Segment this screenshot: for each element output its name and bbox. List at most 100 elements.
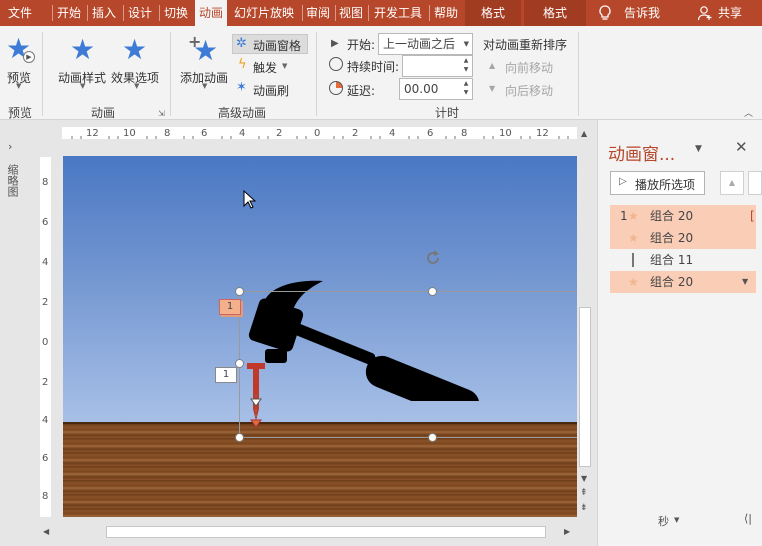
lightbulb-icon	[597, 4, 613, 22]
pane-menu-chevron-icon[interactable]: ▼	[695, 144, 702, 154]
ruler-label: 2	[42, 377, 49, 388]
horizontal-scroll-thumb[interactable]	[106, 526, 546, 538]
vertical-scroll-thumb[interactable]	[579, 307, 591, 467]
resize-handle[interactable]	[428, 433, 437, 442]
chevron-down-icon[interactable]: ▼	[202, 82, 207, 90]
chevron-down-icon[interactable]: ▼	[742, 271, 748, 293]
ruler-label: 2	[276, 128, 283, 139]
ruler-label: 6	[427, 128, 434, 139]
scroll-up-icon[interactable]: ▲	[581, 129, 587, 138]
move-later-button[interactable]: 向后移动	[505, 82, 553, 99]
resize-handle[interactable]	[235, 433, 244, 442]
paint-brush-icon: ✶	[236, 80, 247, 95]
chevron-down-icon[interactable]: ▼	[134, 82, 139, 90]
animation-tag[interactable]: 1	[215, 367, 237, 383]
tab-design[interactable]: 设计	[124, 0, 156, 26]
chevron-down-icon[interactable]: ▼	[674, 516, 679, 524]
delay-spinner[interactable]: ▲ ▼	[460, 79, 472, 99]
tab-home[interactable]: 开始	[53, 0, 85, 26]
tab-format-2[interactable]: 格式	[524, 0, 586, 26]
scroll-down-icon[interactable]: ▼	[581, 474, 587, 483]
group-label-advanced: 高级动画	[217, 106, 266, 120]
arrow-down-icon: ▼	[489, 84, 496, 93]
ruler-label: 4	[239, 128, 246, 139]
ruler-label: 6	[42, 453, 49, 464]
effect-options-icon: ★	[122, 33, 148, 66]
ribbon-tab-bar: 文件 开始 插入 设计 切换 动画 幻灯片放映 审阅 视图 开发工具 帮助 格式…	[0, 0, 762, 26]
next-slide-icon[interactable]: ⇟	[580, 503, 588, 513]
chevron-down-icon: ▼	[463, 40, 469, 48]
tell-me-box[interactable]: 告诉我	[620, 0, 664, 26]
duration-input[interactable]: ▲ ▼	[402, 55, 473, 77]
lightning-icon: ϟ	[238, 57, 247, 72]
move-up-button[interactable]: ▲	[720, 171, 744, 195]
rotate-handle-icon[interactable]	[423, 248, 443, 268]
animation-item-2[interactable]: ★ 组合 20	[610, 227, 756, 249]
duration-spinner[interactable]: ▲ ▼	[460, 56, 472, 76]
close-icon[interactable]: ✕	[735, 138, 748, 156]
tab-view[interactable]: 视图	[336, 0, 366, 26]
tab-slideshow[interactable]: 幻灯片放映	[229, 0, 299, 26]
animation-pane-button[interactable]: 动画窗格	[253, 37, 301, 54]
animation-item-1[interactable]: 1 ★ 组合 20 [	[610, 205, 756, 227]
tab-help[interactable]: 帮助	[430, 0, 462, 26]
tab-transitions[interactable]: 切换	[160, 0, 192, 26]
trigger-button[interactable]: 触发	[253, 59, 277, 76]
chevron-down-icon[interactable]: ▼	[16, 82, 21, 90]
ruler-label: 0	[42, 337, 49, 348]
arrow-up-icon: ▲	[489, 61, 496, 70]
item-number: 1	[620, 209, 628, 223]
play-icon: ▶	[331, 38, 339, 49]
tab-insert[interactable]: 插入	[88, 0, 120, 26]
animation-item-4[interactable]: ★ 组合 20 ▼	[610, 271, 756, 293]
user-icon	[697, 5, 713, 21]
resize-handle[interactable]	[428, 287, 437, 296]
start-select[interactable]: 上一动画之后 ▼	[378, 33, 473, 55]
play-selected-button[interactable]: ▷ 播放所选项	[610, 171, 705, 195]
horizontal-scrollbar[interactable]: ◀ ▶	[40, 524, 575, 540]
move-down-button[interactable]	[748, 171, 762, 195]
previous-slide-icon[interactable]: ⇞	[580, 488, 588, 498]
slide[interactable]: 1 1	[63, 156, 578, 517]
item-name: 组合 20	[650, 275, 694, 289]
play-icon: ▷	[619, 176, 627, 187]
tab-developer[interactable]: 开发工具	[369, 0, 427, 26]
move-earlier-button[interactable]: 向前移动	[505, 59, 553, 76]
animation-painter-button[interactable]: 动画刷	[253, 82, 289, 99]
ruler-label: 2	[352, 128, 359, 139]
collapse-ribbon-icon[interactable]: ︿	[744, 106, 753, 119]
start-label: 开始:	[347, 38, 376, 52]
zoom-timeline-icon[interactable]: ⟨|	[744, 512, 752, 525]
ruler-label: 12	[536, 128, 549, 139]
ruler-label: 4	[42, 415, 49, 426]
chevron-down-icon[interactable]: ▼	[80, 82, 85, 90]
ruler-label: 12	[86, 128, 99, 139]
motion-path-line[interactable]	[249, 394, 263, 430]
delay-label: 延迟:	[347, 84, 376, 98]
ruler-label: 6	[201, 128, 208, 139]
resize-handle[interactable]	[235, 287, 244, 296]
tab-review[interactable]: 审阅	[303, 0, 333, 26]
tab-animations[interactable]: 动画	[195, 0, 227, 26]
item-name: 组合 20	[650, 209, 694, 223]
dialog-launcher-icon[interactable]: ⇲	[158, 109, 165, 118]
animation-item-3[interactable]: 组合 11	[610, 249, 756, 271]
scroll-left-icon[interactable]: ◀	[43, 527, 49, 536]
scroll-right-icon[interactable]: ▶	[564, 527, 570, 536]
animation-pane: 动画窗... ▼ ✕ ▷ 播放所选项 ▲ 1 ★ 组合 20 [ ★ 组合 20…	[597, 120, 762, 546]
delay-input[interactable]: 00.00 ▲ ▼	[399, 78, 473, 100]
preview-play-icon: ▶	[23, 51, 35, 63]
ruler-label: 2	[42, 297, 49, 308]
ruler-label: 10	[123, 128, 136, 139]
seconds-label[interactable]: 秒	[658, 513, 669, 529]
vertical-scrollbar[interactable]: ▲ ▼ ⇞ ⇟	[577, 127, 593, 517]
thumbnail-strip: › 缩略图	[0, 120, 30, 546]
tab-file[interactable]: 文件	[0, 0, 40, 26]
animation-tag[interactable]: 1	[219, 299, 241, 315]
chevron-down-icon[interactable]: ▼	[282, 62, 287, 70]
tab-format-1[interactable]: 格式	[465, 0, 521, 26]
share-button[interactable]: 共享	[713, 0, 747, 26]
expand-thumbnails-icon[interactable]: ›	[8, 140, 12, 153]
star-icon: ★	[628, 209, 639, 223]
thumbnails-label[interactable]: 缩略图	[6, 164, 20, 197]
